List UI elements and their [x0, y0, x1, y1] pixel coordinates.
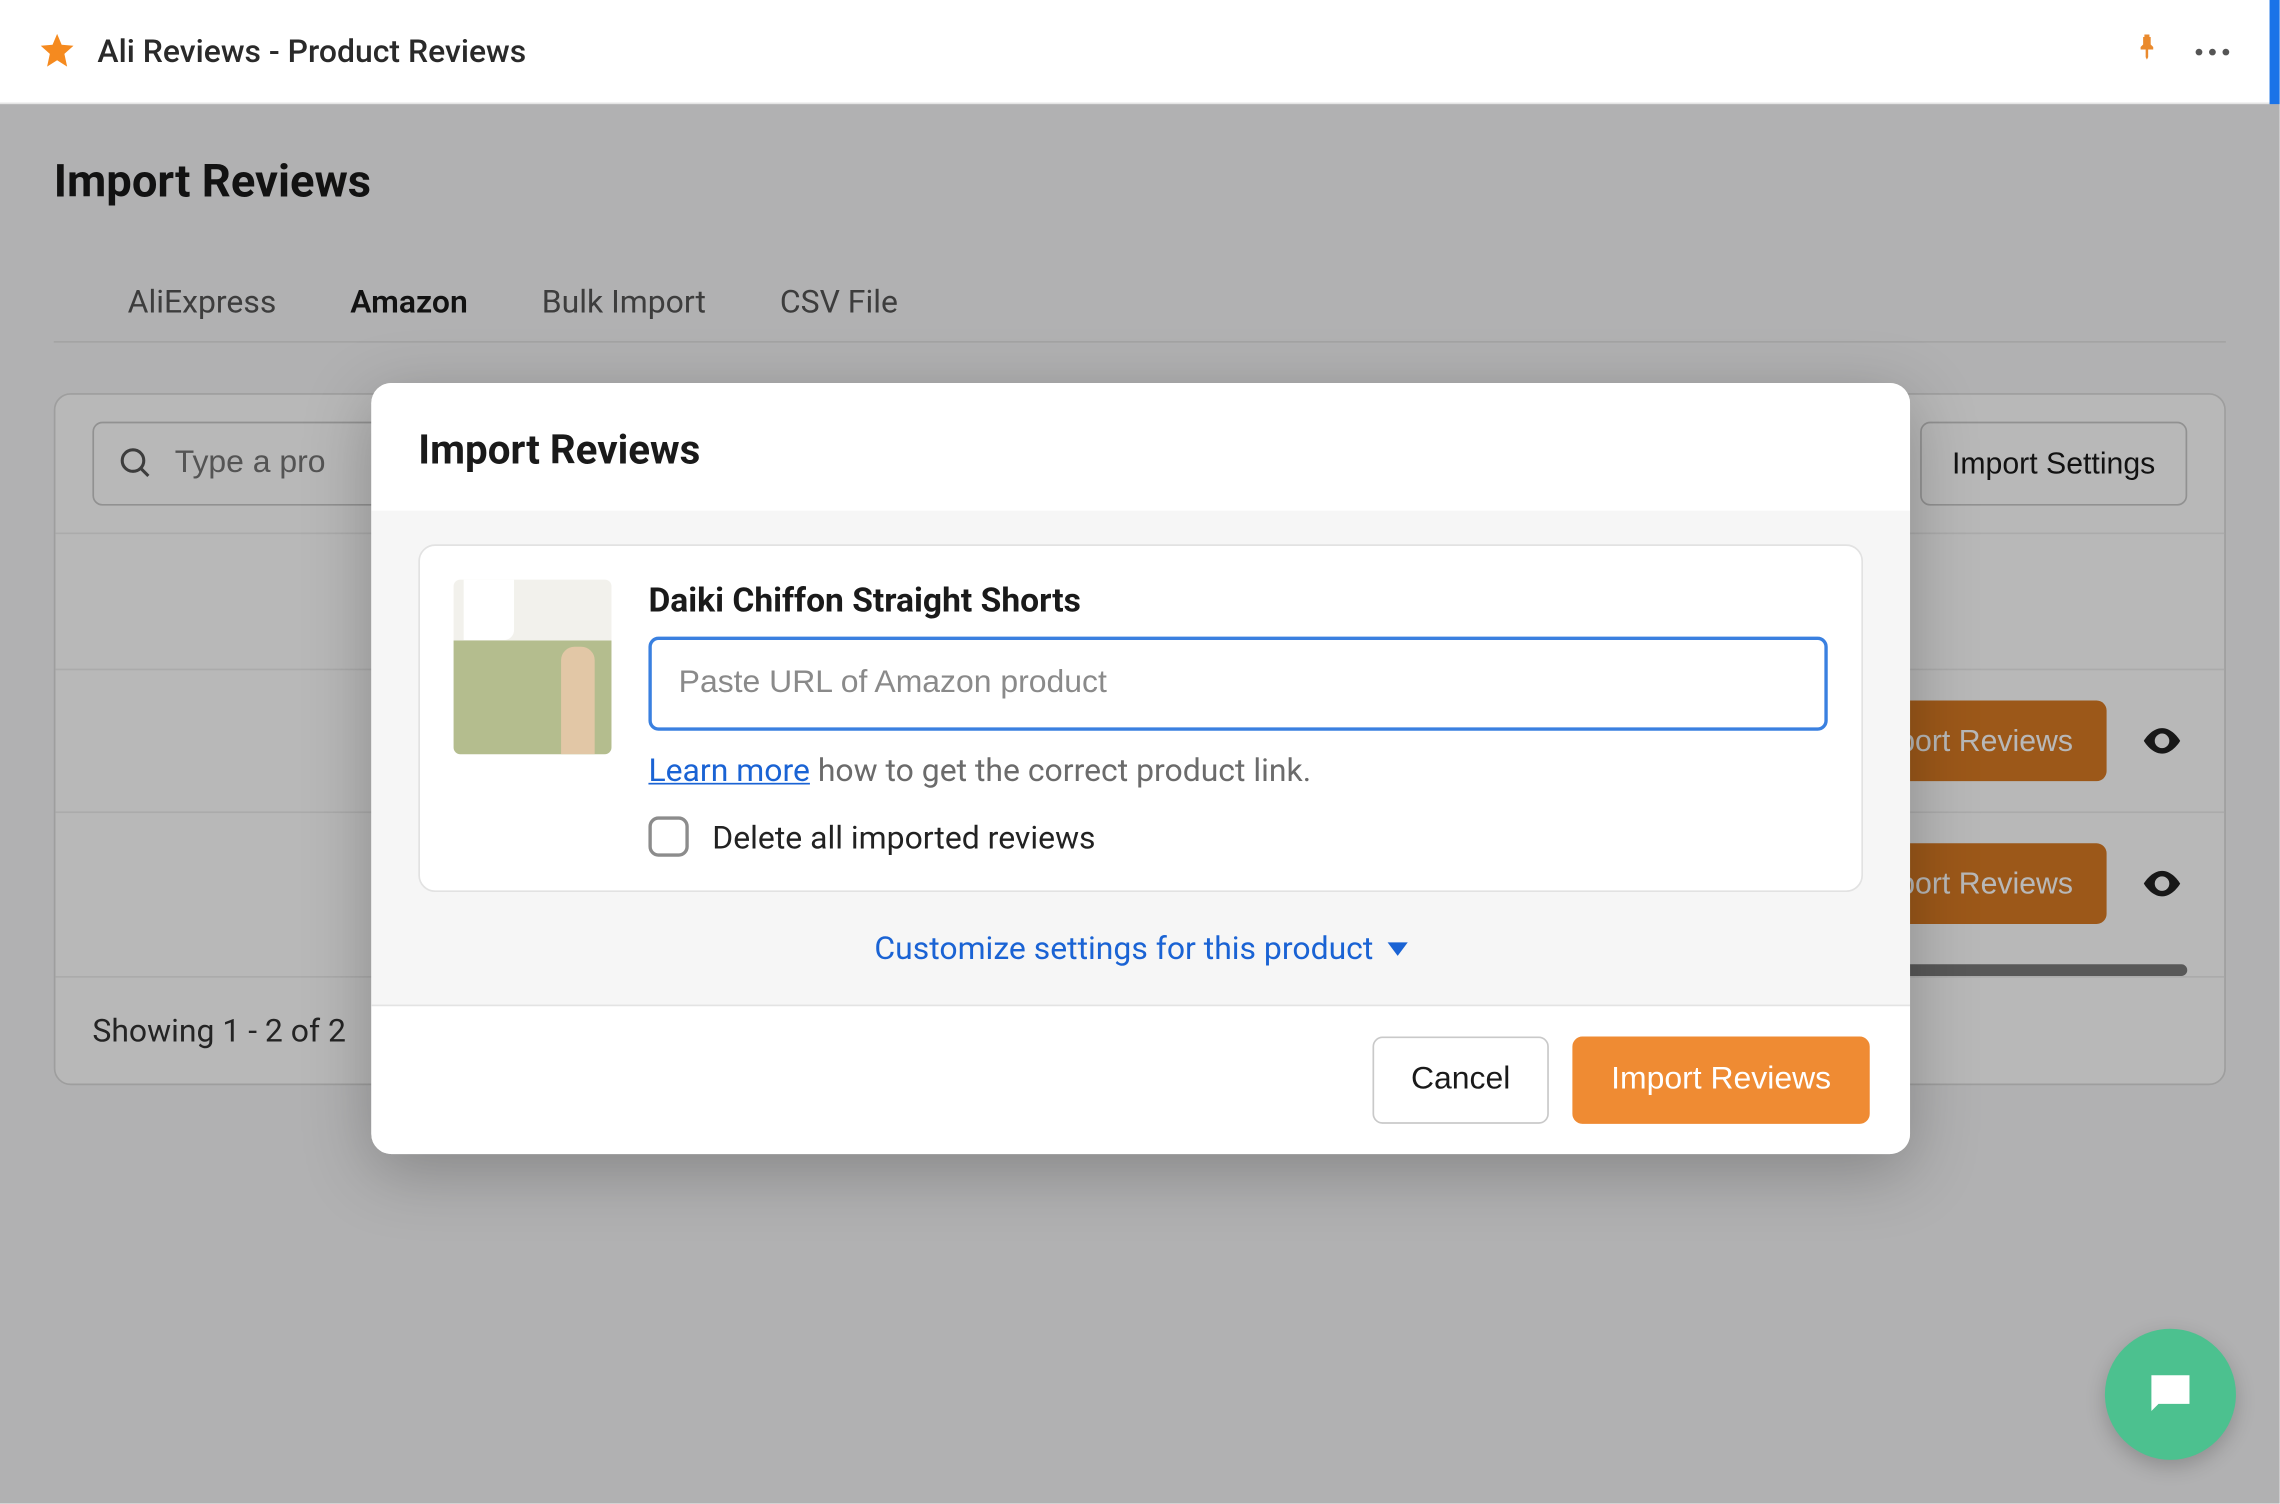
- import-reviews-submit-button[interactable]: Import Reviews: [1573, 1036, 1870, 1123]
- delete-imported-label: Delete all imported reviews: [712, 817, 1095, 856]
- product-card: Daiki Chiffon Straight Shorts Learn more…: [418, 544, 1863, 892]
- product-thumbnail: [454, 580, 612, 755]
- accent-bar: [2270, 0, 2280, 104]
- customize-settings-label: Customize settings for this product: [874, 929, 1373, 968]
- delete-imported-checkbox[interactable]: [648, 816, 688, 856]
- learn-more-link[interactable]: Learn more: [648, 751, 809, 790]
- product-name: Daiki Chiffon Straight Shorts: [648, 580, 1827, 620]
- more-icon[interactable]: [2196, 48, 2230, 55]
- app-title: Ali Reviews - Product Reviews: [97, 32, 526, 71]
- import-reviews-modal: Import Reviews Daiki Chiffon Straight Sh…: [371, 383, 1910, 1154]
- top-bar: Ali Reviews - Product Reviews: [0, 0, 2280, 104]
- amazon-url-input[interactable]: [648, 637, 1827, 731]
- help-tail: how to get the correct product link.: [810, 751, 1311, 790]
- modal-title: Import Reviews: [371, 383, 1910, 511]
- chat-fab[interactable]: [2105, 1329, 2236, 1460]
- help-text: Learn more how to get the correct produc…: [648, 751, 1827, 790]
- chat-icon: [2142, 1366, 2199, 1423]
- app-logo-icon: [34, 28, 81, 75]
- cancel-button[interactable]: Cancel: [1372, 1036, 1549, 1123]
- pin-icon[interactable]: [2132, 32, 2162, 71]
- customize-settings-link[interactable]: Customize settings for this product: [418, 929, 1863, 968]
- caret-down-icon: [1387, 942, 1407, 955]
